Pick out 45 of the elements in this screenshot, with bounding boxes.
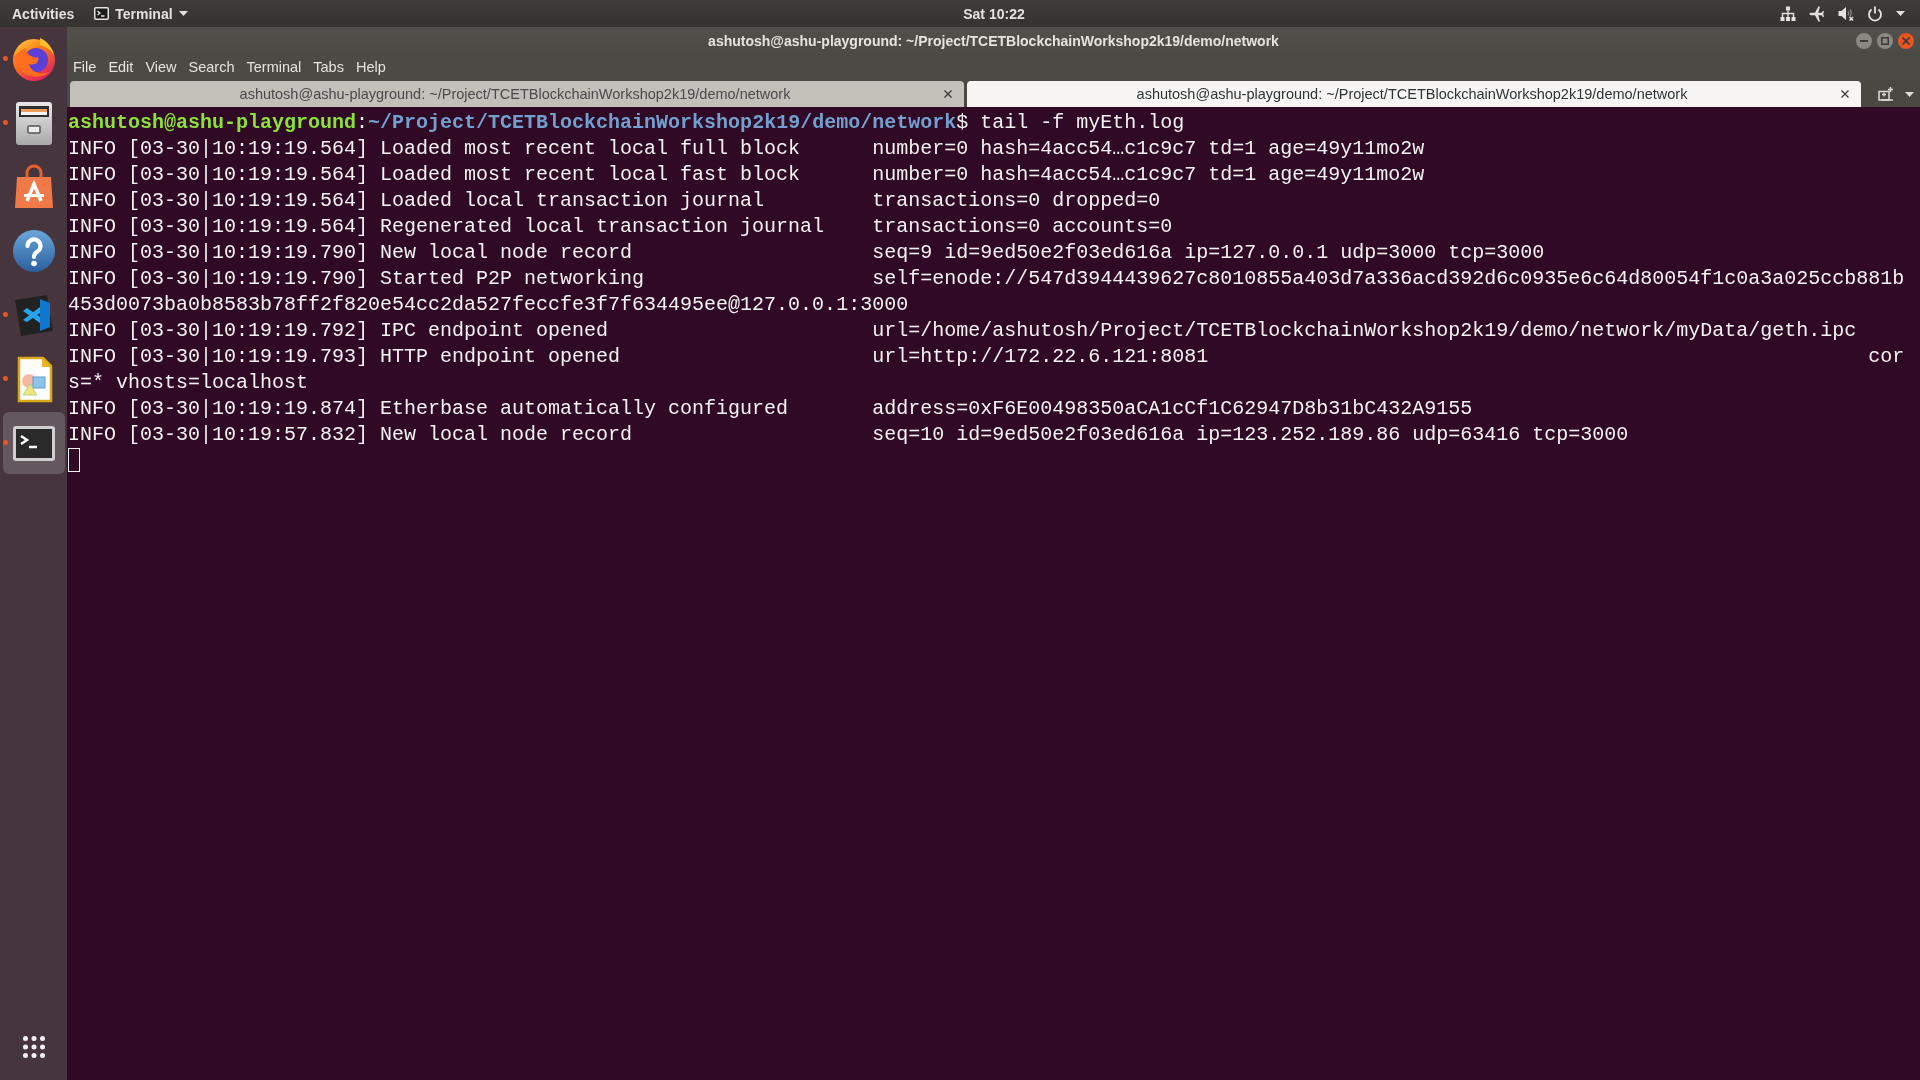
minimize-icon [1860,39,1868,42]
power-icon[interactable] [1867,5,1883,22]
minimize-button[interactable] [1856,32,1872,49]
log-line: INFO [03-30|10:19:19.792] IPC endpoint opened url=/home/ashutosh/Project/TCETBlockchainWorkshop2k19/demo/network/myData/geth.ipc [68,318,1857,344]
command-line: ashutosh@ashu-playground:~/Project/TCETBlockchainWorkshop2k19/demo/network$ tail -f myEth.log [68,110,1185,136]
log-line: INFO [03-30|10:19:19.790] New local node record seq=9 id=9ed50e2f03ed616a ip=127.0.0.1 udp=3000 tcp=3000 [68,240,1545,266]
menu-item[interactable]: View [145,59,177,75]
close-icon[interactable] [944,90,952,98]
maximize-button[interactable] [1877,32,1893,49]
close-icon[interactable] [1841,90,1849,98]
grid-icon[interactable] [22,1036,45,1058]
menu-item[interactable]: Tabs [313,59,344,75]
log-line: s=* vhosts=localhost [68,370,309,396]
airplane-icon[interactable] [1809,5,1825,22]
tab[interactable]: ashutosh@ashu-playground: ~/Project/TCETBlockchainWorkshop2k19/demo/network [70,81,964,107]
tab-plus-icon[interactable] [1878,87,1894,101]
clock-button[interactable]: Sat 10:22 [963,5,1025,22]
menu-item[interactable]: Terminal [246,59,302,75]
log-line: INFO [03-30|10:19:19.564] Loaded most recent local full block number=0 hash=4acc54…c1c9c7 td=1 age=49y11mo2w [68,136,1425,162]
app-menu-button[interactable]: Terminal [94,5,188,22]
muted-speaker-icon[interactable] [1838,5,1854,22]
dock-item[interactable] [2,412,65,474]
log-line: INFO [03-30|10:19:57.832] New local node record seq=10 id=9ed50e2f03ed616a ip=123.252.189.86 udp=63416 tcp=3000 [68,422,1629,448]
menu-item[interactable]: Edit [108,59,134,75]
log-line: 453d0073ba0b8583b78ff2f820e54cc2da527feccfe3f7f634495ee@127.0.0.1:3000 [68,292,909,318]
network-icon[interactable] [1780,5,1796,22]
activities-button[interactable]: Activities [12,5,75,22]
menu-item[interactable]: File [73,59,97,75]
log-line: INFO [03-30|10:19:19.790] Started P2P networking self=enode://547d3944439627c8010855a403d7a336acd392d6c0935e6c64d80054f1c0a3a025ccb881b [68,266,1905,292]
terminal-icon [94,7,110,20]
window-title: ashutosh@ashu-playground: ~/Project/TCETBlockchainWorkshop2k19/demo/network [708,32,1279,49]
maximize-icon [1881,36,1889,45]
caret-icon[interactable] [1896,11,1905,16]
log-line: INFO [03-30|10:19:19.564] Loaded most recent local fast block number=0 hash=4acc54…c1c9c7 td=1 age=49y11mo2w [68,162,1425,188]
log-line: INFO [03-30|10:19:19.874] Etherbase automatically configured address=0xF6E00498350aCA1cCf1C62947D8b31bC432A9155 [68,396,1473,422]
close-button[interactable] [1898,32,1914,49]
caret-icon [178,11,188,16]
log-line: INFO [03-30|10:19:19.793] HTTP endpoint opened url=http://172.22.6.121:8081 cor [68,344,1905,370]
menu-item[interactable]: Help [355,59,386,75]
tab[interactable]: ashutosh@ashu-playground: ~/Project/TCETBlockchainWorkshop2k19/demo/network [967,81,1861,107]
caret-icon[interactable] [1905,91,1914,97]
log-line: INFO [03-30|10:19:19.564] Regenerated local transaction journal transactions=0 accounts=0 [68,214,1173,240]
menu-item[interactable]: Search [188,59,235,75]
close-icon [1902,36,1910,45]
log-line: INFO [03-30|10:19:19.564] Loaded local transaction journal transactions=0 dropped=0 [68,188,1161,214]
